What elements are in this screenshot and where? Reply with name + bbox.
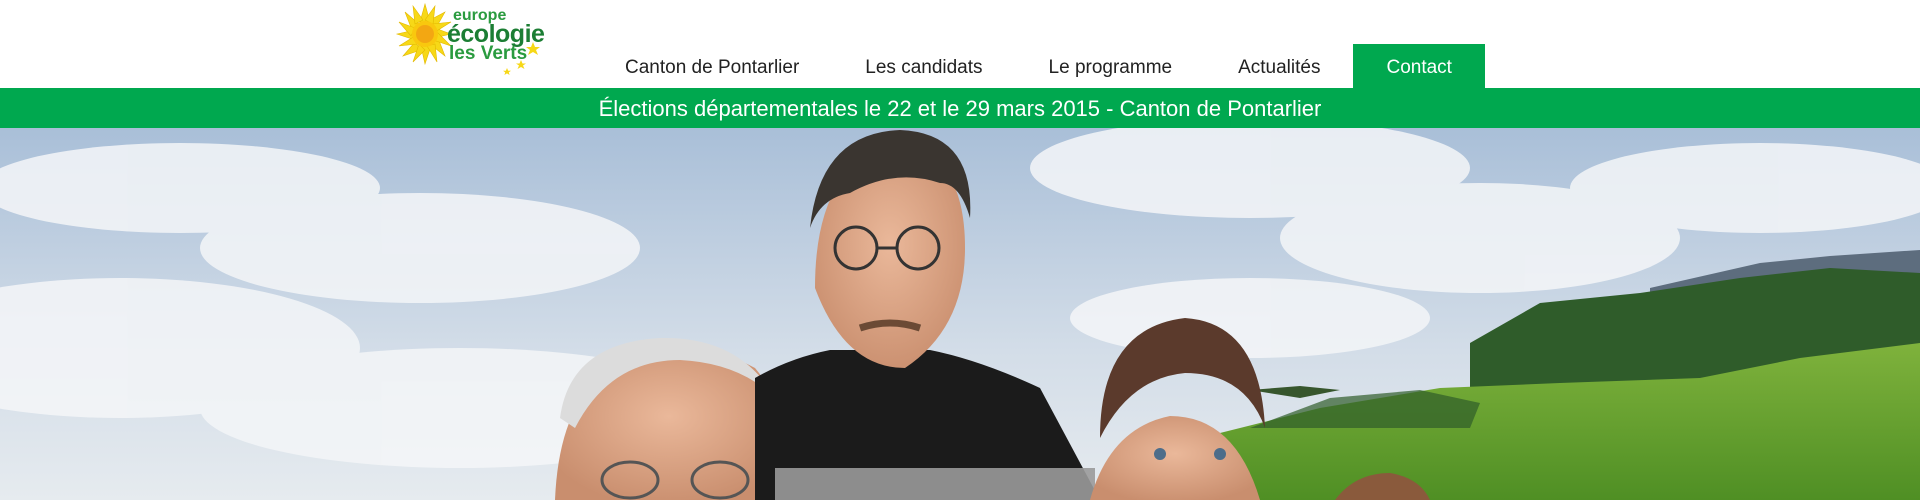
election-banner: Élections départementales le 22 et le 29… xyxy=(0,88,1920,128)
main-nav: Canton de Pontarlier Les candidats Le pr… xyxy=(592,44,1485,88)
site-header: europe écologie les Verts Canton de Pont… xyxy=(0,0,1920,88)
nav-item-contact[interactable]: Contact xyxy=(1353,44,1485,88)
eelv-logo[interactable]: europe écologie les Verts xyxy=(393,0,545,82)
nav-item-actualites[interactable]: Actualités xyxy=(1205,44,1353,88)
nav-item-candidats[interactable]: Les candidats xyxy=(832,44,1015,88)
logo-text-les-verts: les Verts xyxy=(449,43,528,64)
hero-image-candidates xyxy=(0,128,1920,500)
nav-item-canton[interactable]: Canton de Pontarlier xyxy=(592,44,832,88)
nav-item-programme[interactable]: Le programme xyxy=(1016,44,1206,88)
